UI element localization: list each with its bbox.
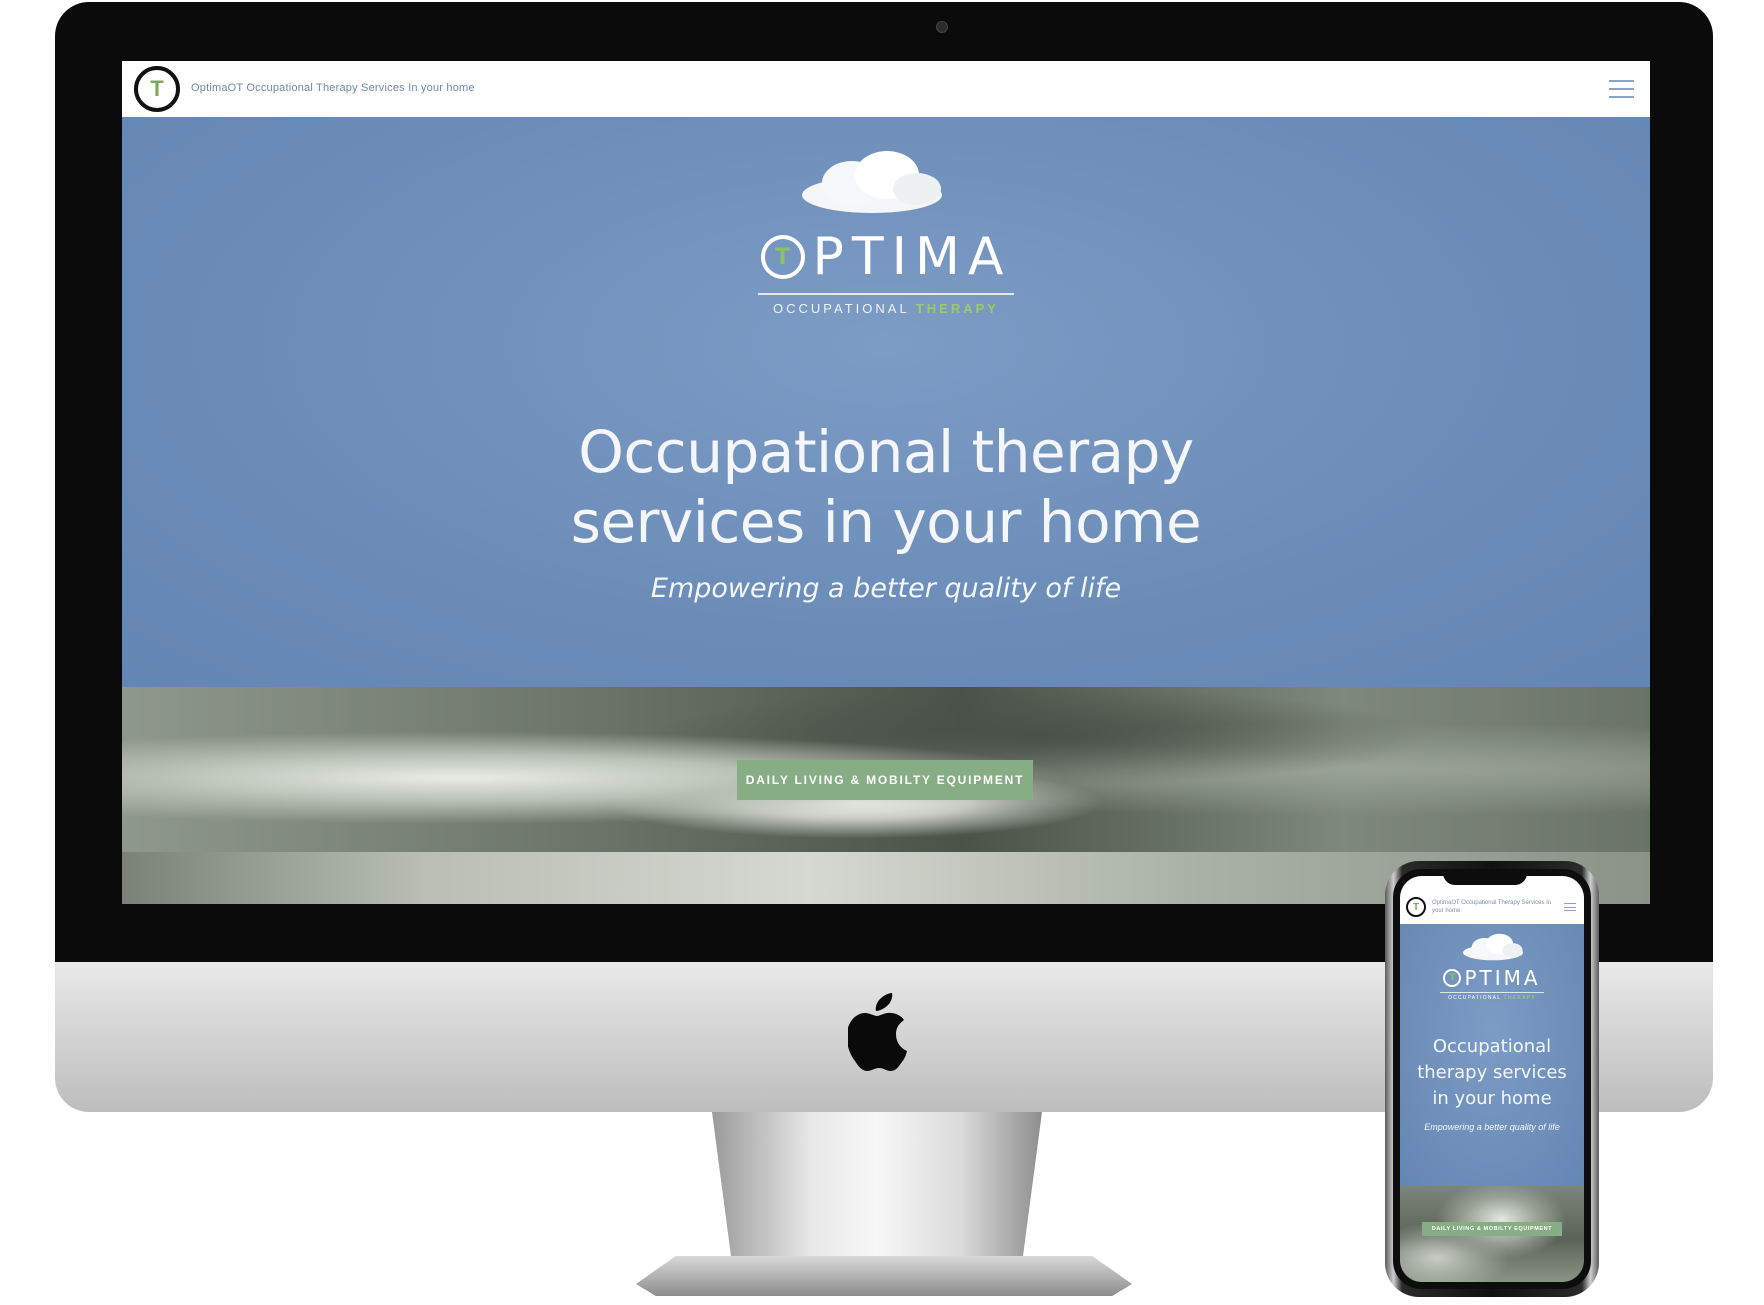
mobile-cloud-icon [1463, 933, 1523, 961]
mobile-brand-logo: T PTIMA OCCUPATIONAL THERAPY [1400, 966, 1584, 1001]
logo-letter: T [150, 76, 164, 101]
iphone-bezel: T OptimaOT Occupational Therapy Services… [1393, 869, 1591, 1289]
brand-divider [758, 293, 1014, 295]
site-logo[interactable]: T [134, 66, 180, 112]
mobile-site-logo[interactable]: T [1406, 897, 1426, 917]
mobile-hero-section: T PTIMA OCCUPATIONAL THERAPY Occupationa… [1400, 924, 1584, 1186]
mobile-brand-o-icon: T [1443, 969, 1462, 987]
mobile-hero-tagline: Empowering a better quality of life [1424, 1122, 1560, 1132]
mobile-site-title[interactable]: OptimaOT Occupational Therapy Services I… [1432, 899, 1562, 915]
hamburger-menu-icon[interactable] [1609, 80, 1634, 98]
mobile-hamburger-menu-icon[interactable] [1564, 903, 1576, 911]
camera-icon [936, 21, 948, 33]
mobile-daily-living-equipment-button[interactable]: DAILY LIVING & MOBILTY EQUIPMENT [1422, 1222, 1562, 1236]
brand-subtitle: OCCUPATIONAL THERAPY [122, 301, 1650, 316]
daily-living-equipment-button[interactable]: DAILY LIVING & MOBILTY EQUIPMENT [737, 760, 1033, 800]
hero-headline: Occupational therapy services in your ho… [570, 418, 1202, 556]
brand-sub-left: OCCUPATIONAL [773, 301, 910, 316]
iphone-notch [1443, 869, 1527, 885]
mobile-hero-headline: Occupational therapy services in your ho… [1417, 1036, 1567, 1109]
mobile-brand-divider [1440, 992, 1544, 993]
brand-o-icon: T [760, 235, 805, 279]
mobile-brand-name: PTIMA [1464, 966, 1541, 990]
desktop-website: T OptimaOT Occupational Therapy Services… [122, 61, 1650, 904]
cloud-icon [802, 151, 942, 213]
site-title[interactable]: OptimaOT Occupational Therapy Services I… [191, 82, 475, 94]
mobile-logo-letter: T [1412, 901, 1420, 913]
site-header: T OptimaOT Occupational Therapy Services… [122, 61, 1650, 117]
hero-section: T PTIMA OCCUPATIONAL THERAPY Occupationa… [122, 117, 1650, 687]
brand-logo: T PTIMA OCCUPATIONAL THERAPY [122, 227, 1650, 316]
apple-logo-icon [848, 993, 907, 1071]
brand-sub-right: THERAPY [915, 301, 999, 316]
mobile-brand-sub-right: THERAPY [1503, 995, 1536, 1001]
mobile-brand-sub-left: OCCUPATIONAL [1448, 995, 1502, 1001]
imac-stand-foot [636, 1256, 1132, 1296]
mobile-website: T OptimaOT Occupational Therapy Services… [1400, 876, 1584, 1282]
imac-stand-neck [712, 1112, 1042, 1262]
brand-name: PTIMA [812, 227, 1012, 287]
hero-tagline: Empowering a better quality of life [650, 573, 1122, 604]
iphone-frame: T OptimaOT Occupational Therapy Services… [1385, 861, 1599, 1297]
mobile-brand-subtitle: OCCUPATIONAL THERAPY [1400, 995, 1584, 1001]
